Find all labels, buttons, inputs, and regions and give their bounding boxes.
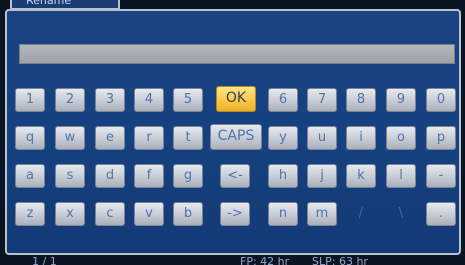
backspace-key[interactable]: <- [220, 164, 250, 188]
key-y[interactable]: y [268, 126, 298, 150]
fp-status: FP: 42 hr [240, 255, 290, 265]
key-x[interactable]: x [55, 202, 85, 226]
forward-key[interactable]: -> [220, 202, 250, 226]
key-m[interactable]: m [307, 202, 337, 226]
key-dash[interactable]: - [426, 164, 456, 188]
key-s[interactable]: s [55, 164, 85, 188]
key-4[interactable]: 4 [134, 88, 164, 112]
key-8[interactable]: 8 [346, 88, 376, 112]
key-g[interactable]: g [173, 164, 203, 188]
key-9[interactable]: 9 [386, 88, 416, 112]
key-backslash[interactable]: \ [386, 202, 416, 226]
text-input-field[interactable] [19, 44, 455, 64]
key-q[interactable]: q [15, 126, 45, 150]
key-l[interactable]: l [386, 164, 416, 188]
key-0[interactable]: 0 [426, 88, 456, 112]
key-w[interactable]: w [55, 126, 85, 150]
key-2[interactable]: 2 [55, 88, 85, 112]
key-5[interactable]: 5 [173, 88, 203, 112]
key-1[interactable]: 1 [15, 88, 45, 112]
key-f[interactable]: f [134, 164, 164, 188]
rename-keyboard-screen: Rename 1 2 3 4 5 OK 6 7 8 9 0 q w e r t … [0, 0, 465, 265]
key-v[interactable]: v [134, 202, 164, 226]
key-a[interactable]: a [15, 164, 45, 188]
key-z[interactable]: z [15, 202, 45, 226]
key-d[interactable]: d [95, 164, 125, 188]
key-r[interactable]: r [134, 126, 164, 150]
key-n[interactable]: n [268, 202, 298, 226]
key-k[interactable]: k [346, 164, 376, 188]
key-3[interactable]: 3 [95, 88, 125, 112]
key-e[interactable]: e [95, 126, 125, 150]
key-b[interactable]: b [173, 202, 203, 226]
key-t[interactable]: t [173, 126, 203, 150]
ok-key[interactable]: OK [216, 86, 256, 112]
key-i[interactable]: i [346, 126, 376, 150]
key-h[interactable]: h [268, 164, 298, 188]
key-slash[interactable]: / [346, 202, 376, 226]
key-p[interactable]: p [426, 126, 456, 150]
key-6[interactable]: 6 [268, 88, 298, 112]
page-indicator: 1 / 1 [32, 255, 57, 265]
key-u[interactable]: u [307, 126, 337, 150]
key-c[interactable]: c [95, 202, 125, 226]
slp-status: SLP: 63 hr [312, 255, 368, 265]
key-j[interactable]: j [307, 164, 337, 188]
key-period[interactable]: . [426, 202, 456, 226]
caps-key[interactable]: CAPS [210, 124, 262, 150]
key-o[interactable]: o [386, 126, 416, 150]
key-7[interactable]: 7 [307, 88, 337, 112]
